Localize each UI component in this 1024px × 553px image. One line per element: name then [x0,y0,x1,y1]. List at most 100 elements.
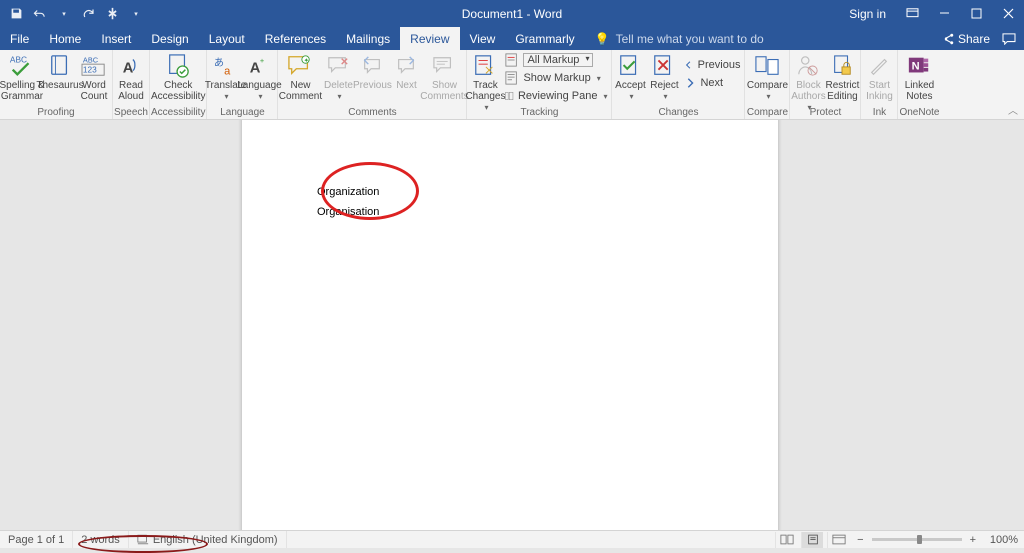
tab-file[interactable]: File [0,27,39,50]
show-comments-button[interactable]: Show Comments [423,50,465,102]
status-page[interactable]: Page 1 of 1 [0,531,73,548]
group-label: Language [220,106,265,119]
new-comment-button[interactable]: ✦ New Comment [279,50,321,102]
group-label: Ink [873,106,886,119]
reject-button[interactable]: Reject [647,50,681,102]
language-icon: A+ [244,52,274,80]
zoom-slider-thumb[interactable] [917,535,922,544]
document-area[interactable]: Organization Organisation [0,120,1024,530]
next-icon [684,77,696,89]
redo-icon[interactable] [80,6,96,22]
collapse-ribbon-icon[interactable]: ︿ [1008,102,1018,117]
share-icon [942,33,954,45]
compare-button[interactable]: Compare [746,50,788,102]
group-accessibility: Check Accessibility Accessibility [150,50,207,119]
abc-check-icon: ABC [7,52,37,80]
qat-customize-icon[interactable]: ▾ [128,6,144,22]
word-count-button[interactable]: ABC123 Word Count [77,50,111,102]
title-right: Sign in [839,0,1024,27]
ribbon-display-options-icon[interactable] [896,0,928,27]
spelling-grammar-button[interactable]: ABC Spelling & Grammar [1,50,43,102]
reviewing-pane-button[interactable]: Reviewing Pane [502,87,610,105]
text-line-1: Organization [317,182,379,202]
block-authors-icon [793,52,823,80]
svg-text:ABC: ABC [10,54,27,64]
status-language[interactable]: English (United Kingdom) [129,531,287,548]
previous-change-button[interactable]: Previous [681,56,743,74]
show-comments-icon [429,52,459,80]
svg-text:A: A [123,60,134,76]
accept-button[interactable]: Accept [613,50,647,102]
tab-review[interactable]: Review [400,27,459,50]
display-for-review-dropdown[interactable]: All Markup▾ [502,51,610,69]
group-label: OneNote [899,106,939,119]
touch-mode-icon[interactable] [104,6,120,22]
tab-view[interactable]: View [460,27,506,50]
language-button[interactable]: A+ Language [242,50,276,102]
translate-button[interactable]: あa Translate [208,50,242,102]
status-word-count[interactable]: 2 words [73,531,129,548]
tab-home[interactable]: Home [39,27,91,50]
track-changes-button[interactable]: Track Changes [468,50,502,113]
status-bar: Page 1 of 1 2 words English (United King… [0,530,1024,548]
undo-dropdown-icon[interactable]: ▾ [56,6,72,22]
zoom-slider[interactable] [872,538,962,541]
tell-me-placeholder: Tell me what you want to do [616,32,764,46]
tabs-right: Share [942,27,1024,50]
tab-references[interactable]: References [255,27,336,50]
previous-comment-button[interactable]: Previous [355,50,389,91]
group-language: あa Translate A+ Language Language [207,50,278,119]
undo-icon[interactable] [32,6,48,22]
web-layout-view[interactable] [827,532,849,548]
page[interactable]: Organization Organisation [242,120,778,530]
read-mode-view[interactable] [775,532,797,548]
group-label: Proofing [37,106,74,119]
reviewing-pane-icon [505,89,513,103]
sign-in-link[interactable]: Sign in [839,7,896,21]
zoom-out-button[interactable]: − [853,534,867,546]
tell-me-search[interactable]: 💡 Tell me what you want to do [585,27,774,50]
status-right: − + 100% [775,532,1024,548]
thesaurus-button[interactable]: Thesaurus [43,50,77,91]
comments-pane-icon[interactable] [1002,33,1016,45]
svg-text:あ: あ [214,57,224,69]
tab-mailings[interactable]: Mailings [336,27,400,50]
markup-icon [505,53,519,67]
minimize-icon[interactable] [928,0,960,27]
tab-grammarly[interactable]: Grammarly [505,27,584,50]
start-inking-button[interactable]: Start Inking [862,50,896,102]
document-body[interactable]: Organization Organisation [317,182,379,222]
ribbon-tabs: File Home Insert Design Layout Reference… [0,27,1024,50]
next-change-button[interactable]: Next [681,74,743,92]
block-authors-button[interactable]: Block Authors [791,50,825,113]
group-label: Tracking [520,106,558,119]
share-button[interactable]: Share [942,32,990,46]
check-accessibility-button[interactable]: Check Accessibility [157,50,199,102]
previous-icon [684,59,693,71]
restrict-icon [827,52,857,80]
restrict-editing-button[interactable]: Restrict Editing [825,50,859,102]
group-label: Changes [658,106,698,119]
close-icon[interactable] [992,0,1024,27]
group-protect: Block Authors Restrict Editing Protect [790,50,861,119]
read-aloud-button[interactable]: A Read Aloud [114,50,148,102]
save-icon[interactable] [8,6,24,22]
translate-icon: あa [210,52,240,80]
zoom-in-button[interactable]: + [966,534,980,546]
maximize-icon[interactable] [960,0,992,27]
group-comments: ✦ New Comment Delete Previous Next Show … [278,50,467,119]
accessibility-icon [163,52,193,80]
next-comment-button[interactable]: Next [389,50,423,91]
delete-comment-button[interactable]: Delete [321,50,355,102]
tab-design[interactable]: Design [141,27,198,50]
group-compare: Compare Compare [745,50,790,119]
zoom-level[interactable]: 100% [984,534,1018,546]
print-layout-view[interactable] [801,532,823,548]
show-markup-button[interactable]: Show Markup [502,69,610,87]
tab-layout[interactable]: Layout [199,27,255,50]
linked-notes-button[interactable]: N Linked Notes [902,50,936,102]
group-label: Protect [810,106,842,119]
accept-icon [615,52,645,80]
changes-nav-stack: Previous Next [681,50,743,92]
tab-insert[interactable]: Insert [91,27,141,50]
